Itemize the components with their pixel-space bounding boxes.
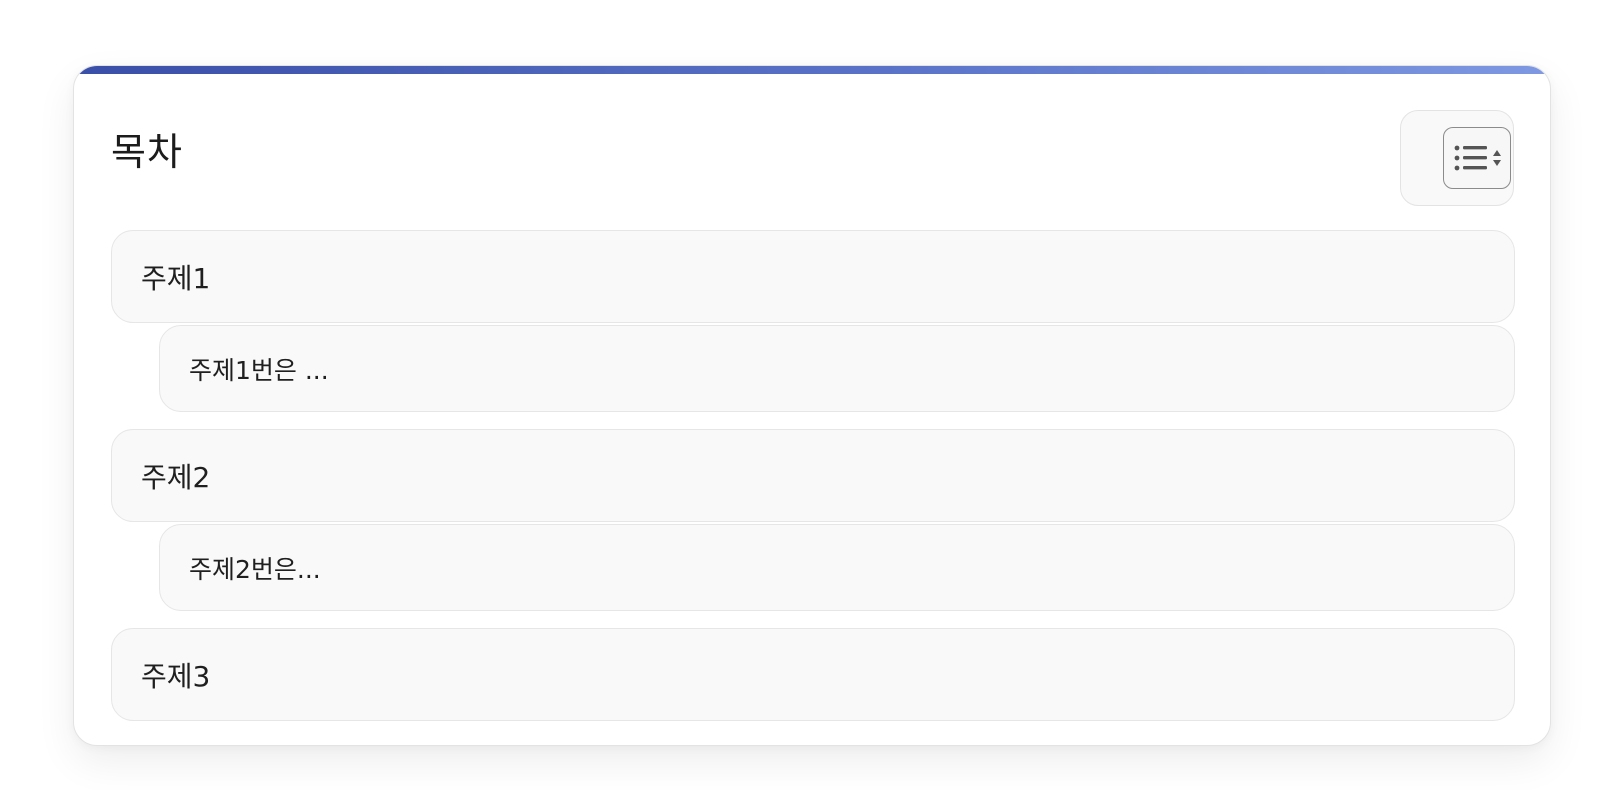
table-of-contents-card: 목차 주제1 주제1번은 ... 주제2 주제2번은... 주제3 (73, 65, 1551, 746)
toc-item-topic-2[interactable]: 주제2 (111, 429, 1515, 522)
toc-title: 목차 (111, 130, 183, 174)
top-accent-bar (74, 66, 1550, 74)
toc-subitem-topic-2[interactable]: 주제2번은... (159, 524, 1515, 611)
list-sort-icon (1450, 143, 1504, 173)
toc-item-topic-1[interactable]: 주제1 (111, 230, 1515, 323)
toggle-container (1400, 110, 1514, 206)
toc-list: 주제1 주제1번은 ... 주제2 주제2번은... 주제3 (111, 230, 1515, 721)
toc-item-topic-3[interactable]: 주제3 (111, 628, 1515, 721)
toc-subitem-topic-1[interactable]: 주제1번은 ... (159, 325, 1515, 412)
toc-toggle-button[interactable] (1443, 127, 1511, 189)
